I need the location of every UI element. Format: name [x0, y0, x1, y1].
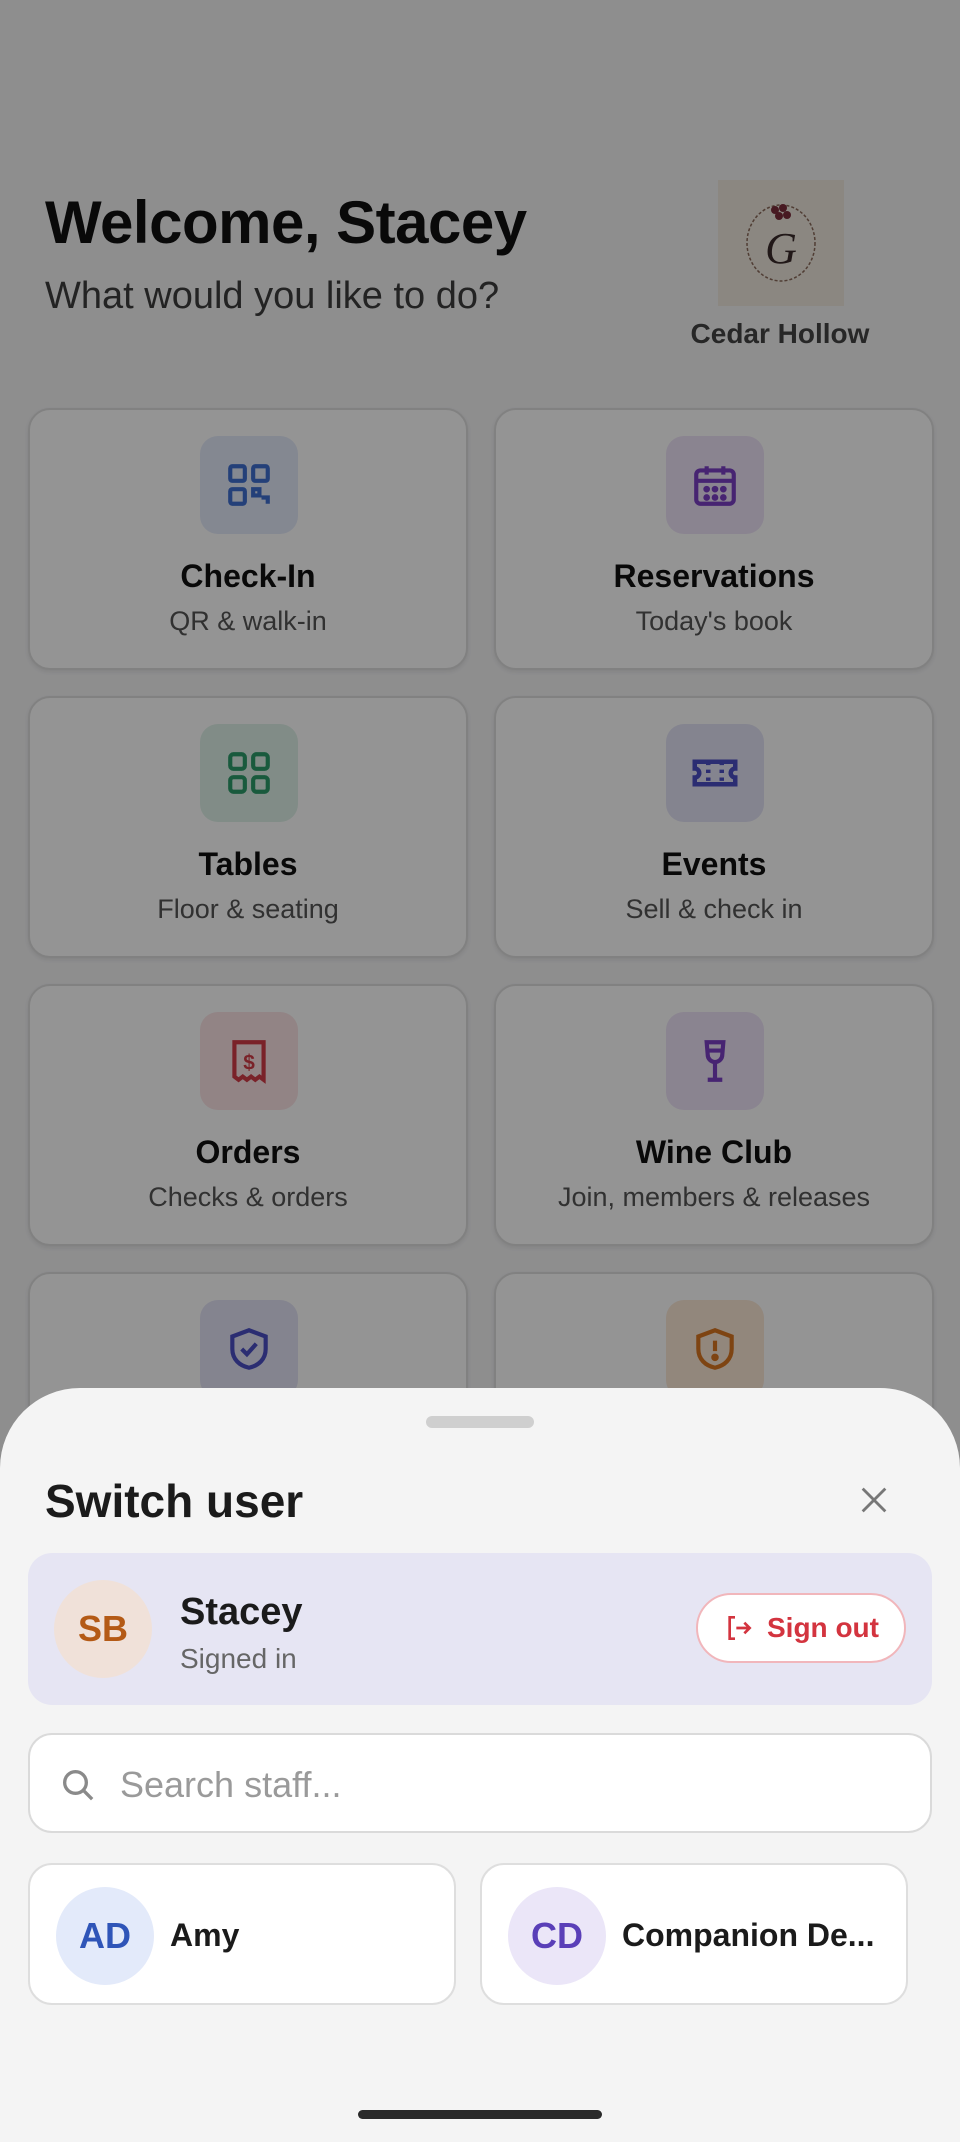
home-indicator[interactable]: [358, 2110, 602, 2119]
staff-name: Amy: [170, 1917, 240, 1953]
switch-user-sheet: Switch user SB Stacey Signed in Sign out…: [0, 1388, 960, 2142]
avatar: AD: [56, 1887, 154, 1985]
current-user-status: Signed in: [180, 1643, 297, 1674]
staff-name: Companion De...: [622, 1917, 875, 1953]
close-icon: [861, 1487, 887, 1513]
staff-card-companion[interactable]: CD Companion De...: [480, 1863, 908, 2005]
avatar: SB: [54, 1580, 152, 1678]
sheet-title: Switch user: [45, 1475, 304, 1527]
sign-out-label: Sign out: [767, 1612, 879, 1643]
search-icon: [63, 1770, 94, 1801]
staff-card-amy[interactable]: AD Amy: [28, 1863, 456, 2005]
close-button[interactable]: [848, 1474, 900, 1526]
current-user-card: SB Stacey Signed in Sign out: [28, 1553, 932, 1705]
sign-out-icon: [728, 1616, 752, 1640]
sign-out-button[interactable]: Sign out: [696, 1593, 906, 1663]
drag-handle[interactable]: [426, 1416, 534, 1428]
search-input[interactable]: [120, 1755, 910, 1815]
avatar: CD: [508, 1887, 606, 1985]
staff-search-box: [28, 1733, 932, 1833]
current-user-name: Stacey: [180, 1591, 303, 1633]
